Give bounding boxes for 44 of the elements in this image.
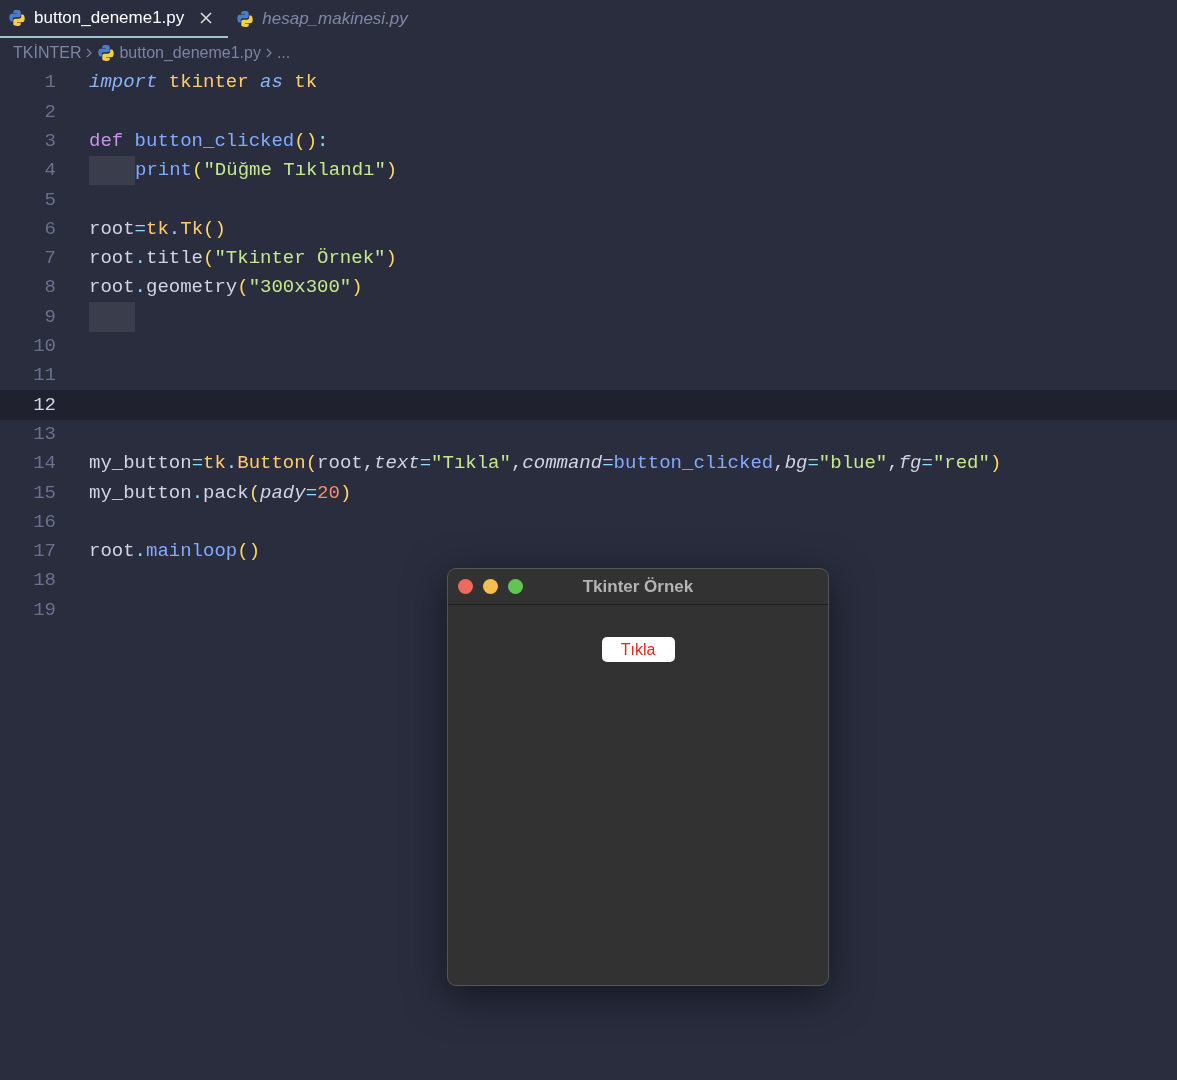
line-number: 12 [32, 392, 56, 418]
close-icon[interactable] [200, 12, 213, 24]
code-line: root.geometry("300x300") [89, 275, 363, 301]
line-number: 15 [32, 480, 56, 506]
python-icon [8, 9, 26, 27]
minimize-window-button[interactable] [483, 579, 498, 594]
line-number: 17 [32, 539, 56, 565]
code-line: import tkinter as tk [89, 70, 318, 96]
line-number: 6 [43, 216, 56, 242]
line-number: 4 [43, 158, 56, 184]
line-number: 1 [43, 70, 56, 96]
line-number: 10 [32, 334, 56, 360]
tikla-button[interactable]: Tıkla [601, 637, 675, 662]
code-line: root.mainloop() [89, 539, 261, 565]
line-number: 3 [43, 129, 56, 154]
line-number: 14 [32, 451, 56, 477]
breadcrumb-more[interactable]: ... [276, 41, 291, 65]
code-line: my_button=tk.Button(root,text="Tıkla",command=button_clicked,bg="blue",fg="red") [89, 451, 1002, 477]
editor-tab[interactable]: hesap_makinesi.py [228, 0, 416, 38]
code-line: my_button.pack(pady=20) [89, 480, 352, 506]
close-window-button[interactable] [458, 579, 473, 594]
line-number: 18 [32, 568, 56, 594]
line-number: 19 [32, 597, 56, 623]
chevron-right-icon [264, 47, 273, 59]
zoom-window-button[interactable] [508, 579, 523, 594]
line-number: 2 [43, 99, 56, 125]
line-number: 8 [43, 275, 56, 301]
code-line: root=tk.Tk() [89, 216, 226, 242]
python-icon [97, 44, 116, 62]
line-number: 16 [32, 509, 56, 535]
line-number: 9 [43, 304, 56, 330]
window-title: Tkinter Örnek [582, 575, 694, 598]
chevron-right-icon [85, 47, 94, 59]
breadcrumb-file[interactable]: button_deneme1.py [119, 41, 261, 65]
line-number: 5 [43, 187, 56, 213]
line-number: 13 [32, 421, 56, 447]
code-line: print("Düğme Tıklandı") [135, 158, 398, 184]
editor-tab[interactable]: button_deneme1.py [0, 0, 229, 38]
code-line: def button_clicked(): [89, 129, 329, 154]
line-number: 7 [43, 246, 56, 272]
code-line: root.title("Tkinter Örnek") [89, 246, 397, 272]
breadcrumb-folder[interactable]: TKİNTER [13, 41, 82, 65]
python-icon [236, 10, 255, 28]
line-number: 11 [32, 363, 56, 389]
